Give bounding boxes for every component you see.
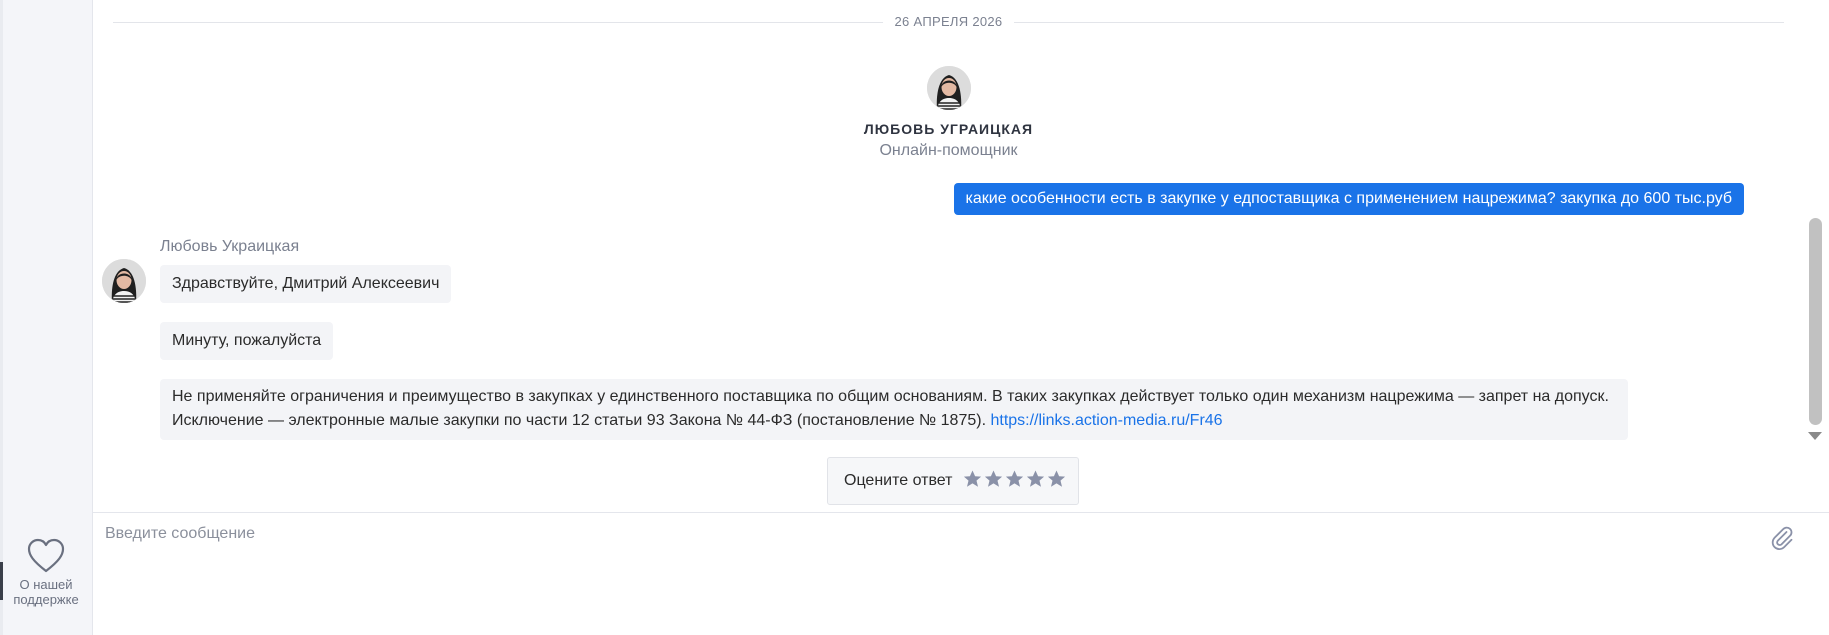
star-icon[interactable] — [983, 469, 1004, 489]
date-separator-label: 26 АПРЕЛЯ 2026 — [882, 14, 1015, 29]
date-separator: 26 АПРЕЛЯ 2026 — [113, 14, 1784, 30]
scrollbar[interactable] — [1805, 0, 1829, 512]
rating-label: Оцените ответ — [844, 472, 953, 489]
sidebar: О нашей поддержке — [0, 0, 93, 635]
star-icon[interactable] — [962, 469, 983, 489]
incoming-message-text: Не применяйте ограничения и преимущество… — [172, 388, 1609, 429]
scrollbar-thumb[interactable] — [1809, 218, 1822, 425]
rating-stars — [962, 469, 1067, 494]
message-input[interactable] — [103, 523, 1707, 617]
incoming-message: Минуту, пожалуйста — [160, 322, 334, 360]
avatar — [926, 66, 971, 110]
about-support-button[interactable]: О нашей поддержке — [0, 538, 92, 607]
sender-avatar-image — [102, 259, 146, 303]
outgoing-message: какие особенности есть в закупке у едпос… — [953, 183, 1744, 215]
star-icon[interactable] — [1004, 469, 1025, 489]
sender-name: Любовь Украицкая — [160, 238, 300, 255]
star-icon[interactable] — [1046, 469, 1067, 489]
about-support-label: О нашей поддержке — [13, 577, 79, 607]
scroll-down-arrow[interactable] — [1808, 432, 1822, 440]
rating-panel: Оцените ответ — [827, 457, 1079, 505]
chat-window: О нашей поддержке 26 АПРЕЛЯ 2026 ЛЮБОВЬ … — [0, 0, 1829, 635]
star-icon[interactable] — [1025, 469, 1046, 489]
incoming-message: Не применяйте ограничения и преимущество… — [160, 379, 1628, 440]
message-link[interactable]: https://links.action-media.ru/Fr46 — [990, 412, 1222, 429]
message-composer — [93, 512, 1829, 635]
operator-avatar-image — [926, 66, 971, 110]
heart-icon — [27, 538, 65, 573]
incoming-message: Здравствуйте, Дмитрий Алексеевич — [160, 265, 452, 303]
paperclip-icon[interactable] — [1769, 525, 1795, 551]
avatar — [102, 259, 146, 303]
operator-role: Онлайн-помощник — [879, 142, 1018, 159]
operator-name: ЛЮБОВЬ УГРАИЦКАЯ — [863, 121, 1034, 137]
operator-card: ЛЮБОВЬ УГРАИЦКАЯ Онлайн-помощник — [93, 66, 1804, 160]
chat-history: 26 АПРЕЛЯ 2026 ЛЮБОВЬ УГРАИЦКАЯ Онлайн-п… — [93, 0, 1804, 512]
